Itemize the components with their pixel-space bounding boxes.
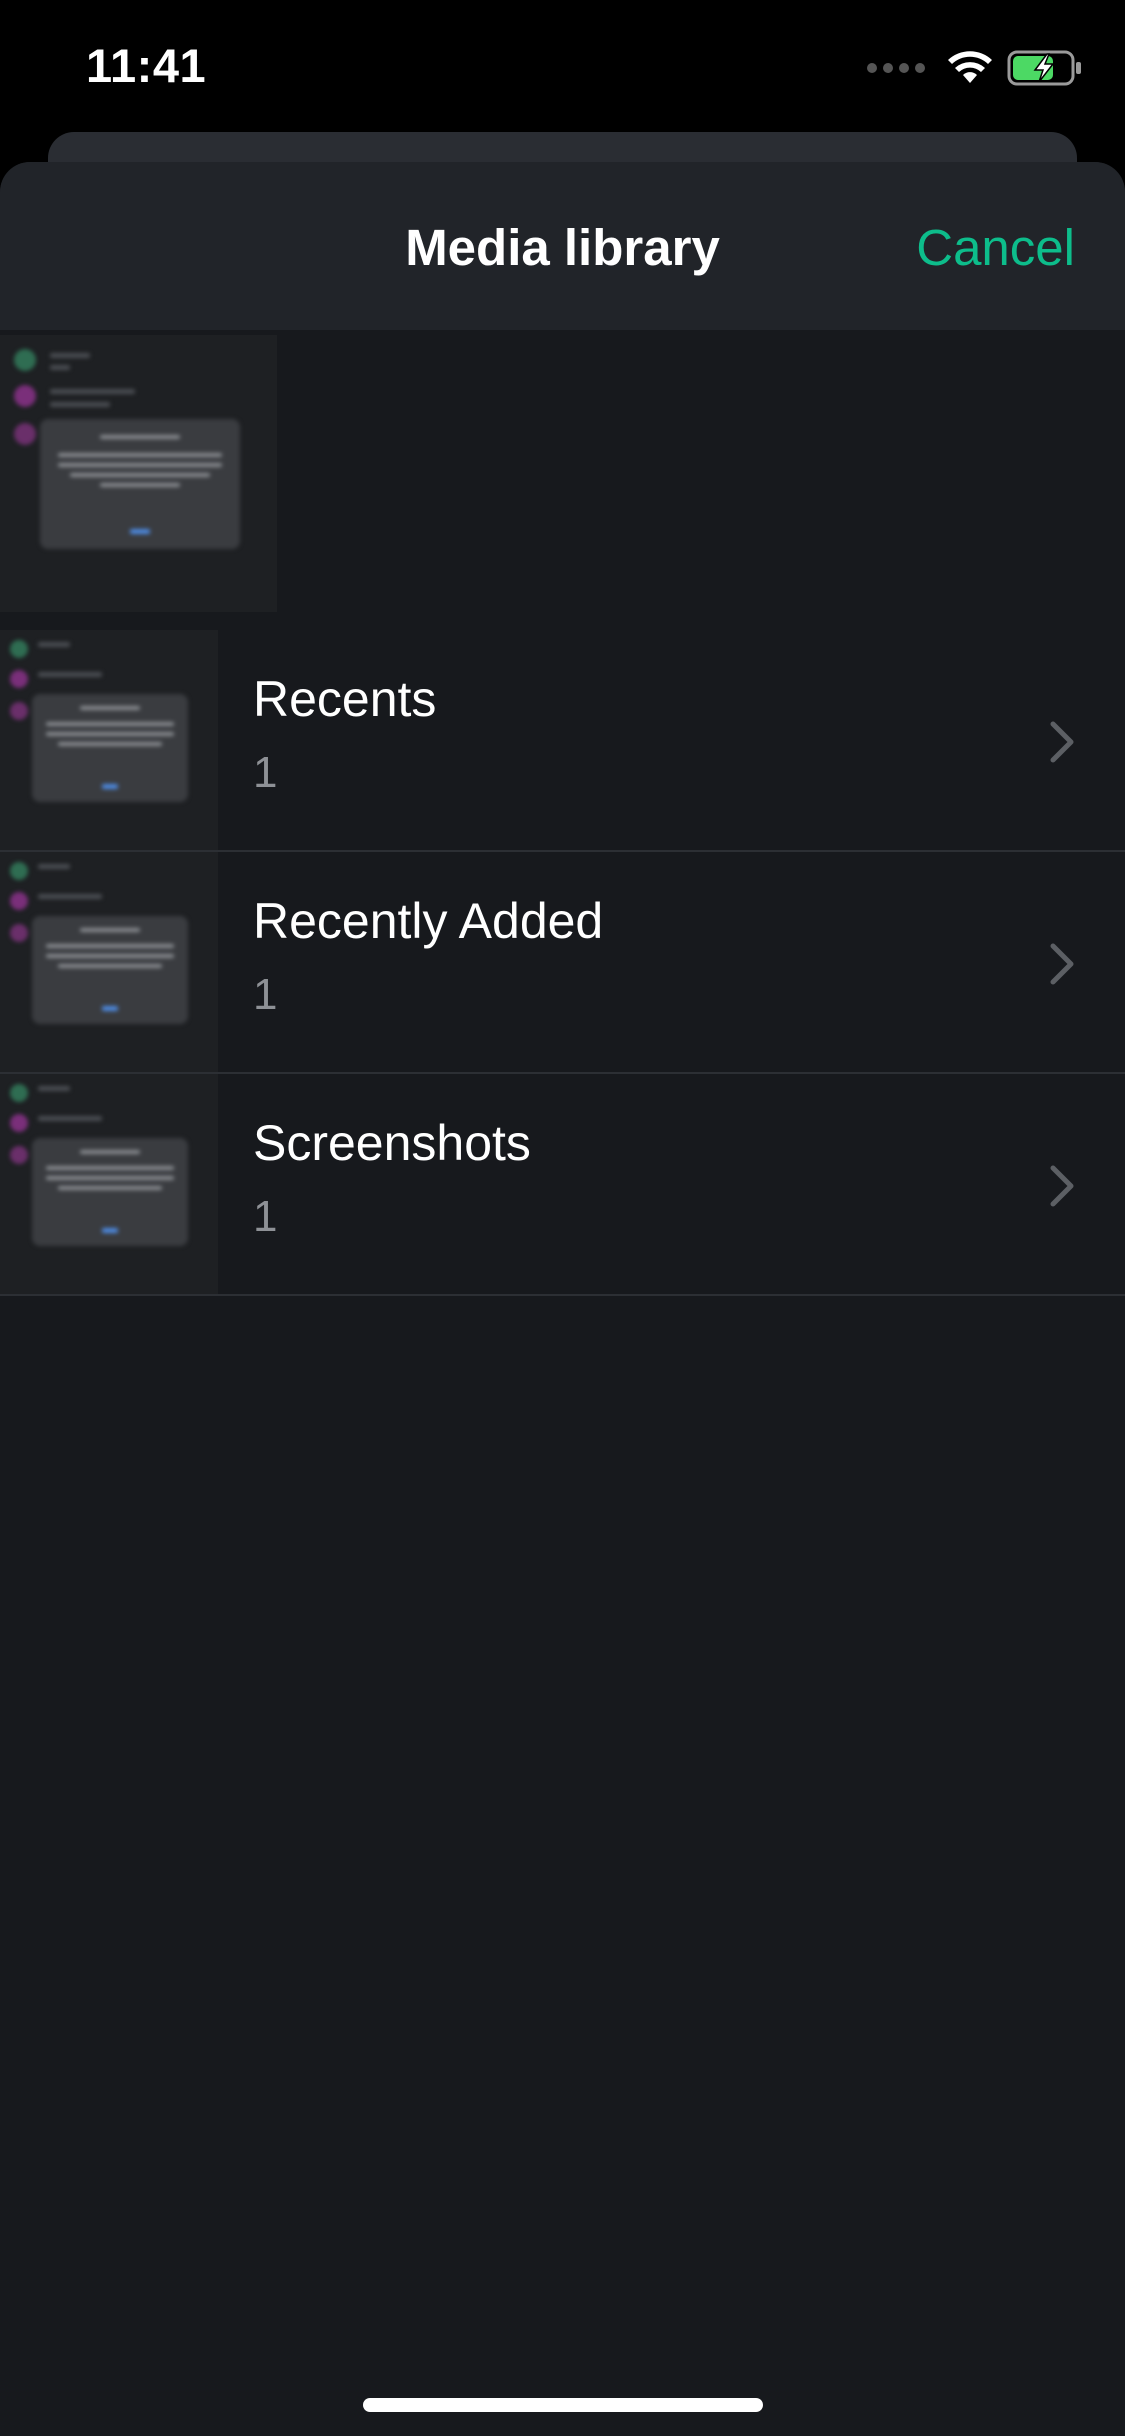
- chevron-right-icon: [1050, 721, 1074, 763]
- status-bar: 11:41: [0, 0, 1125, 132]
- album-count: 1: [253, 1192, 278, 1241]
- chevron-right-icon: [1050, 1165, 1074, 1207]
- media-library-sheet: Media library Cancel Recents 1 Recently …: [0, 162, 1125, 2436]
- album-count: 1: [253, 970, 278, 1019]
- row-divider: [0, 1294, 1125, 1296]
- album-thumbnail: [0, 852, 218, 1072]
- recent-photo-thumbnail[interactable]: [0, 335, 277, 612]
- album-title: Recently Added: [253, 893, 604, 949]
- status-time: 11:41: [86, 39, 207, 92]
- album-count: 1: [253, 748, 278, 797]
- navigation-bar: Media library Cancel: [0, 162, 1125, 330]
- battery-charging-icon: [1007, 50, 1081, 86]
- album-thumbnail: [0, 1074, 218, 1294]
- album-title: Screenshots: [253, 1115, 531, 1171]
- album-title: Recents: [253, 671, 437, 727]
- chevron-right-icon: [1050, 943, 1074, 985]
- cellular-signal-icon: [867, 63, 925, 73]
- wifi-icon: [948, 51, 992, 83]
- album-row-screenshots[interactable]: Screenshots 1: [0, 1074, 1125, 1296]
- album-row-recents[interactable]: Recents 1: [0, 630, 1125, 852]
- status-indicators: [867, 50, 1083, 86]
- album-thumbnail: [0, 630, 218, 850]
- cancel-button[interactable]: Cancel: [916, 218, 1075, 277]
- home-indicator[interactable]: [363, 2398, 763, 2412]
- album-row-recently-added[interactable]: Recently Added 1: [0, 852, 1125, 1074]
